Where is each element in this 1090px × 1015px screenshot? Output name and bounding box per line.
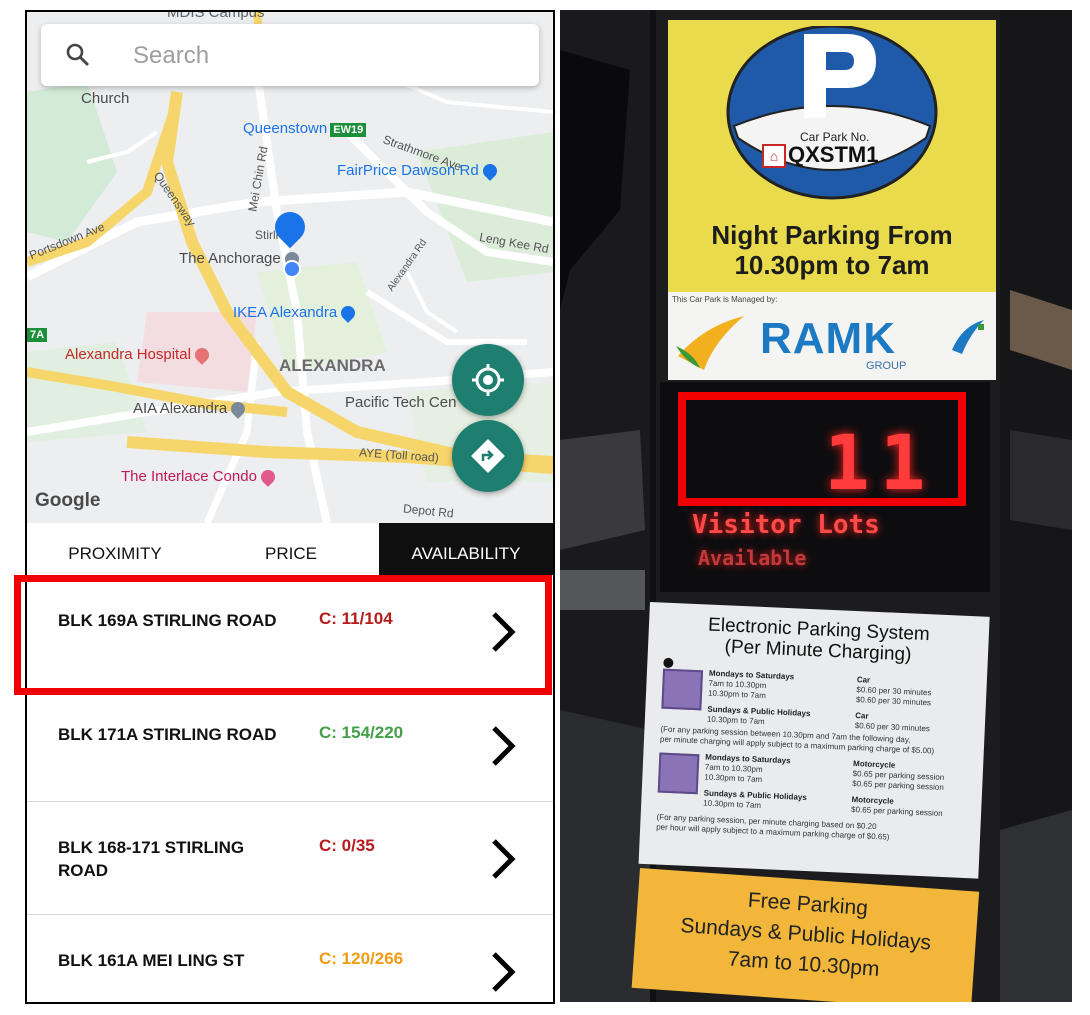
parking-app-screen: MDIS Campus Church Queenstown EW19 Strath… (25, 10, 555, 1004)
operator-panel: This Car Park is Managed by: RAMK GROUP (668, 292, 996, 380)
eps-dots-icon (662, 655, 688, 687)
directions-icon (471, 439, 505, 473)
carpark-sign-top: Car Park No. ⌂ QXSTM1 Night Parking From… (668, 20, 996, 380)
ikea-text: IKEA Alexandra (233, 304, 338, 321)
aia-text: AIA Alexandra (133, 400, 228, 417)
eps-car-rate-3: $0.60 per 30 minutes (854, 721, 931, 734)
crosshair-icon (472, 364, 504, 396)
free-parking-text: Free Parking Sundays & Public Holidays 7… (633, 878, 978, 991)
map-label-hospital[interactable]: Alexandra Hospital (65, 345, 212, 365)
search-input[interactable] (131, 38, 515, 74)
parking-p-icon (726, 26, 938, 200)
hospital-pin-icon (192, 345, 212, 365)
chevron-right-icon[interactable] (490, 950, 516, 994)
fairprice-text: FairPrice Dawson Rd (337, 162, 479, 179)
mrt-7a-badge: 7A (27, 328, 48, 342)
search-icon[interactable] (65, 42, 91, 68)
carpark-row[interactable]: BLK 168-171 STIRLING ROAD C: 0/35 (27, 801, 553, 914)
car-park-number: QXSTM1 (788, 142, 879, 167)
map-label-fairprice[interactable]: FairPrice Dawson Rd (337, 161, 500, 181)
sort-tabs: PROXIMITY PRICE AVAILABILITY (27, 523, 553, 575)
eps-car-rate-2: $0.60 per 30 minutes (855, 695, 932, 708)
led-visitor-lots: Visitor Lots (692, 510, 880, 540)
ramk-logo-icon (676, 316, 744, 370)
map-label-church: Church (81, 90, 130, 107)
motorcycle-gantry-icon (657, 752, 700, 795)
carpark-availability: C: 120/266 (319, 949, 404, 968)
eps-moto-sun-time: 10.30pm to 7am (703, 798, 762, 811)
carpark-availability: C: 154/220 (319, 723, 404, 742)
carpark-row[interactable]: BLK 171A STIRLING ROAD C: 154/220 (27, 688, 553, 801)
search-bar[interactable] (41, 24, 539, 86)
chevron-right-icon[interactable] (490, 724, 516, 768)
map-label-interlace[interactable]: The Interlace Condo (121, 467, 278, 487)
anchorage-text: The Anchorage (179, 250, 281, 267)
highlight-box (14, 575, 552, 695)
place-pin-icon (228, 399, 249, 419)
carpark-name: BLK 161A MEI LING ST (58, 951, 245, 970)
house-icon: ⌂ (762, 144, 786, 168)
eps-car-label-2: Car (855, 711, 869, 721)
chevron-right-icon[interactable] (490, 837, 516, 881)
eps-car-label: Car (856, 675, 871, 685)
mrt-badge: EW19 (330, 123, 367, 137)
carpark-availability: C: 0/35 (319, 836, 375, 855)
my-location-button[interactable] (452, 344, 524, 416)
ramk-logo-text: RAMK (760, 314, 896, 363)
place-pin-icon (258, 467, 278, 487)
eps-moto-night: 10.30pm to 7am (704, 772, 763, 785)
eps-title: Electronic Parking System (Per Minute Ch… (648, 612, 990, 669)
highlight-box (678, 392, 966, 506)
night-parking-text: Night Parking From 10.30pm to 7am (668, 220, 996, 280)
map-label-queenstown[interactable]: Queenstown EW19 (243, 120, 367, 137)
interlace-text: The Interlace Condo (121, 468, 257, 485)
map-label-pacific: Pacific Tech Cen (345, 394, 457, 411)
queenstown-text: Queenstown (243, 120, 328, 137)
google-logo: Google (35, 490, 101, 511)
swoosh-icon (952, 320, 984, 354)
tab-proximity[interactable]: PROXIMITY (27, 523, 203, 575)
night-parking-line1: Night Parking From (711, 220, 953, 250)
carpark-sign-photo: Car Park No. ⌂ QXSTM1 Night Parking From… (560, 10, 1072, 1002)
managed-by-text: This Car Park is Managed by: (672, 295, 778, 304)
eps-moto-rate-3: $0.65 per parking session (850, 804, 943, 818)
current-location-dot (283, 260, 301, 278)
shop-pin-icon (338, 303, 359, 323)
map-label-anchorage[interactable]: The Anchorage (179, 249, 302, 269)
map-view[interactable]: MDIS Campus Church Queenstown EW19 Strath… (27, 12, 553, 523)
eps-car-sun-time: 10.30pm to 7am (706, 714, 765, 727)
night-parking-line2: 10.30pm to 7am (734, 250, 930, 280)
map-label-campus: MDIS Campus (167, 12, 265, 21)
carpark-name: BLK 168-171 STIRLING ROAD (58, 838, 245, 880)
carpark-row[interactable]: BLK 161A MEI LING ST C: 120/266 (27, 914, 553, 1002)
shop-pin-icon (479, 161, 500, 181)
free-parking-panel: Free Parking Sundays & Public Holidays 7… (631, 868, 980, 1002)
car-gantry-icon (661, 668, 704, 711)
map-label-alexandra: ALEXANDRA (279, 356, 386, 375)
carpark-name: BLK 171A STIRLING ROAD (58, 725, 277, 744)
ramk-group-text: GROUP (866, 360, 907, 372)
map-label-aia[interactable]: AIA Alexandra (133, 399, 249, 419)
led-available: Available (698, 546, 807, 570)
hospital-text: Alexandra Hospital (65, 346, 191, 363)
eps-rates-panel: Electronic Parking System (Per Minute Ch… (638, 602, 990, 879)
tab-price[interactable]: PRICE (203, 523, 379, 575)
tab-availability[interactable]: AVAILABILITY (379, 523, 553, 575)
map-label-ikea[interactable]: IKEA Alexandra (233, 303, 359, 323)
eps-car-night: 10.30pm to 7am (707, 688, 767, 701)
directions-button[interactable] (452, 420, 524, 492)
